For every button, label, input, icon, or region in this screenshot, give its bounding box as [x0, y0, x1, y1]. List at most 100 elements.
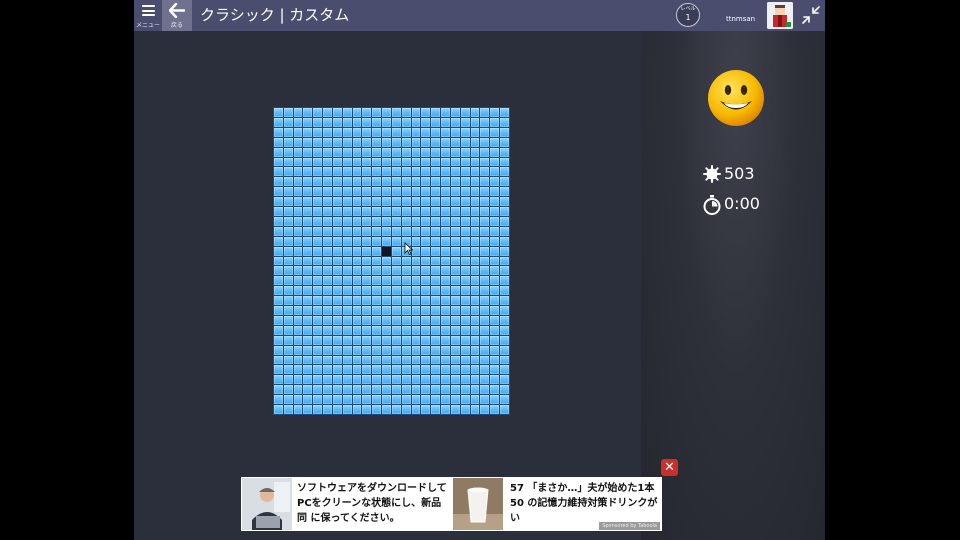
- board-cell[interactable]: [411, 137, 421, 147]
- board-cell[interactable]: [332, 405, 342, 414]
- board-cell[interactable]: [372, 147, 382, 157]
- board-cell[interactable]: [283, 335, 293, 345]
- board-cell[interactable]: [490, 157, 500, 167]
- board-cell[interactable]: [401, 127, 411, 137]
- board-cell[interactable]: [490, 187, 500, 197]
- board-cell[interactable]: [332, 216, 342, 226]
- board-cell[interactable]: [470, 187, 480, 197]
- board-cell[interactable]: [293, 345, 303, 355]
- board-cell[interactable]: [382, 355, 391, 365]
- board-cell[interactable]: [431, 375, 441, 385]
- board-cell[interactable]: [372, 276, 382, 286]
- board-cell[interactable]: [352, 286, 362, 296]
- board-cell[interactable]: [490, 246, 500, 256]
- board-cell[interactable]: [460, 157, 470, 167]
- board-cell[interactable]: [352, 365, 362, 375]
- board-cell[interactable]: [274, 216, 283, 226]
- board-cell[interactable]: [323, 226, 332, 236]
- board-cell[interactable]: [293, 147, 303, 157]
- board-cell[interactable]: [372, 127, 382, 137]
- board-cell[interactable]: [342, 216, 352, 226]
- board-cell[interactable]: [352, 395, 362, 405]
- board-cell[interactable]: [372, 335, 382, 345]
- board-cell[interactable]: [391, 226, 401, 236]
- smiley-face-icon[interactable]: [707, 68, 765, 128]
- board-cell[interactable]: [470, 207, 480, 216]
- board-cell[interactable]: [323, 375, 332, 385]
- board-cell[interactable]: [332, 335, 342, 345]
- board-cell[interactable]: [342, 177, 352, 187]
- board-cell[interactable]: [323, 315, 332, 325]
- board-cell[interactable]: [342, 276, 352, 286]
- board-cell[interactable]: [431, 226, 441, 236]
- board-cell[interactable]: [332, 117, 342, 127]
- board-cell[interactable]: [303, 365, 313, 375]
- board-cell[interactable]: [323, 117, 332, 127]
- board-cell[interactable]: [460, 286, 470, 296]
- board-cell[interactable]: [283, 395, 293, 405]
- minefield-board[interactable]: [273, 107, 510, 415]
- board-cell[interactable]: [332, 167, 342, 177]
- board-cell[interactable]: [441, 117, 450, 127]
- board-cell[interactable]: [293, 137, 303, 147]
- board-cell[interactable]: [500, 296, 509, 306]
- board-cell[interactable]: [313, 177, 323, 187]
- board-cell[interactable]: [342, 375, 352, 385]
- board-cell[interactable]: [283, 385, 293, 395]
- board-cell[interactable]: [303, 216, 313, 226]
- board-cell[interactable]: [352, 127, 362, 137]
- board-cell[interactable]: [362, 157, 372, 167]
- board-cell[interactable]: [500, 147, 509, 157]
- board-cell[interactable]: [313, 315, 323, 325]
- board-cell[interactable]: [460, 325, 470, 335]
- menu-button[interactable]: メニュー: [134, 0, 162, 31]
- board-cell[interactable]: [342, 167, 352, 177]
- board-cell[interactable]: [441, 375, 450, 385]
- board-cell[interactable]: [460, 137, 470, 147]
- board-cell[interactable]: [441, 256, 450, 266]
- board-cell[interactable]: [500, 207, 509, 216]
- board-cell[interactable]: [401, 395, 411, 405]
- board-cell[interactable]: [391, 365, 401, 375]
- board-cell[interactable]: [352, 246, 362, 256]
- board-cell[interactable]: [431, 157, 441, 167]
- board-cell[interactable]: [391, 405, 401, 414]
- board-cell[interactable]: [421, 127, 431, 137]
- board-cell[interactable]: [274, 187, 283, 197]
- board-cell[interactable]: [342, 306, 352, 315]
- board-cell[interactable]: [323, 355, 332, 365]
- board-cell[interactable]: [401, 405, 411, 414]
- board-cell[interactable]: [372, 306, 382, 315]
- board-cell[interactable]: [460, 117, 470, 127]
- board-cell[interactable]: [391, 216, 401, 226]
- board-cell[interactable]: [431, 147, 441, 157]
- board-cell[interactable]: [441, 365, 450, 375]
- board-cell[interactable]: [303, 335, 313, 345]
- board-cell[interactable]: [303, 226, 313, 236]
- board-cell[interactable]: [470, 216, 480, 226]
- board-cell[interactable]: [411, 335, 421, 345]
- board-cell[interactable]: [362, 306, 372, 315]
- board-cell[interactable]: [421, 207, 431, 216]
- board-cell[interactable]: [332, 365, 342, 375]
- board-cell[interactable]: [411, 207, 421, 216]
- board-cell[interactable]: [391, 167, 401, 177]
- board-cell[interactable]: [352, 216, 362, 226]
- board-cell[interactable]: [283, 157, 293, 167]
- board-cell[interactable]: [480, 137, 490, 147]
- board-cell[interactable]: [450, 236, 460, 246]
- board-cell[interactable]: [480, 405, 490, 414]
- board-cell[interactable]: [401, 177, 411, 187]
- board-cell[interactable]: [401, 315, 411, 325]
- board-cell[interactable]: [372, 395, 382, 405]
- board-cell[interactable]: [391, 108, 401, 117]
- board-cell[interactable]: [441, 306, 450, 315]
- ad-text-1[interactable]: ソフトウェアをダウンロードしてPCをクリーンな状態にし、新品同 に保ってください…: [297, 481, 447, 526]
- board-cell[interactable]: [421, 385, 431, 395]
- board-cell[interactable]: [460, 365, 470, 375]
- board-cell[interactable]: [323, 157, 332, 167]
- board-cell[interactable]: [421, 108, 431, 117]
- board-cell[interactable]: [274, 117, 283, 127]
- board-cell[interactable]: [490, 216, 500, 226]
- board-cell[interactable]: [480, 207, 490, 216]
